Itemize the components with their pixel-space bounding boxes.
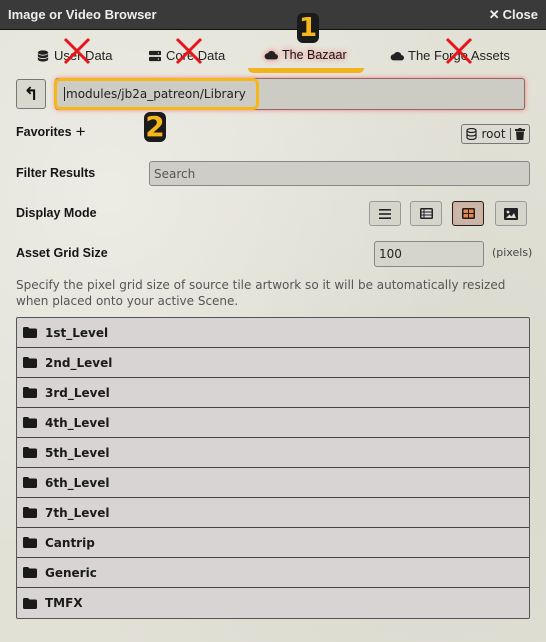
folder-item[interactable]: 2nd_Level	[17, 348, 529, 378]
asset-grid-size-label: Asset Grid Size	[16, 246, 108, 260]
folder-name: 5th_Level	[45, 445, 110, 460]
tab-label: The Bazaar	[282, 48, 347, 62]
folder-icon	[23, 537, 37, 548]
folder-name: TMFX	[45, 596, 83, 610]
favorites-row: Favorites +	[16, 123, 86, 140]
folder-name: 4th_Level	[45, 415, 110, 430]
folder-icon	[23, 477, 37, 488]
close-icon: ✕	[488, 6, 500, 22]
grid-size-input[interactable]	[374, 241, 484, 267]
folder-item[interactable]: 1st_Level	[17, 318, 529, 348]
folder-name: Generic	[45, 565, 97, 580]
trash-icon[interactable]	[514, 128, 525, 140]
folder-item[interactable]: 6th_Level	[17, 468, 529, 498]
folder-list: 1st_Level 2nd_Level 3rd_Level 4th_Level 5th_…	[16, 317, 530, 619]
annotation-marker-1: 1	[297, 13, 319, 43]
path-value: modules/jb2a_patreon/Library	[64, 87, 246, 101]
folder-icon	[23, 567, 37, 578]
folder-name: 2nd_Level	[45, 355, 113, 370]
list-icon	[379, 208, 391, 219]
favorite-source-button[interactable]: root	[461, 124, 530, 144]
folder-item[interactable]: 3rd_Level	[17, 378, 529, 408]
database-icon	[37, 49, 49, 62]
folder-name: 3rd_Level	[45, 385, 110, 400]
display-mode-table-button[interactable]	[410, 201, 442, 226]
cloud-icon	[390, 51, 404, 60]
tab-label: The Forge Assets	[408, 48, 510, 63]
folder-name: 1st_Level	[45, 325, 109, 340]
filter-results-label: Filter Results	[16, 166, 96, 180]
source-label: root	[481, 127, 506, 141]
folder-item[interactable]: 7th_Level	[17, 498, 529, 528]
folder-name: 6th_Level	[45, 475, 110, 490]
level-up-icon: ↰	[23, 83, 39, 105]
parent-directory-button[interactable]: ↰	[16, 79, 46, 109]
tab-core-data[interactable]: Core Data	[148, 48, 225, 63]
folder-item[interactable]: 5th_Level	[17, 438, 529, 468]
tab-label: User Data	[54, 48, 113, 63]
favorites-label: Favorites	[16, 125, 72, 139]
close-button[interactable]: ✕ Close	[489, 7, 538, 23]
grid-size-hint: Specify the pixel grid size of source ti…	[16, 278, 506, 308]
folder-item[interactable]: Generic	[17, 558, 529, 588]
grid-icon	[461, 208, 475, 219]
folder-icon	[23, 387, 37, 398]
cloud-icon	[264, 50, 278, 60]
folder-icon	[23, 417, 37, 428]
folder-icon	[23, 447, 37, 458]
title-bar: Image or Video Browser ✕ Close	[0, 0, 546, 30]
grid-size-unit: (pixels)	[492, 246, 533, 259]
display-mode-images-button[interactable]	[495, 201, 527, 226]
tab-label: Core Data	[166, 48, 226, 63]
divider	[509, 128, 511, 140]
folder-icon	[23, 597, 37, 609]
close-label: Close	[502, 7, 538, 22]
server-icon	[149, 50, 161, 61]
folder-name: Cantrip	[45, 535, 95, 550]
annotation-marker-2: 2	[144, 110, 166, 143]
display-mode-list-button[interactable]	[369, 201, 401, 226]
source-tabs: User Data Core Data The Bazaar The Forge…	[0, 37, 546, 76]
database-icon	[466, 128, 478, 140]
image-video-browser-window: Image or Video Browser ✕ Close User Data…	[0, 0, 546, 642]
display-mode-tiles-button[interactable]	[452, 201, 484, 226]
table-list-icon	[419, 208, 433, 219]
tab-the-bazaar[interactable]: The Bazaar	[264, 48, 347, 62]
search-input[interactable]	[149, 161, 530, 186]
tab-the-forge-assets[interactable]: The Forge Assets	[390, 48, 510, 63]
folder-item[interactable]: 4th_Level	[17, 408, 529, 438]
tab-user-data[interactable]: User Data	[36, 48, 113, 63]
folder-icon	[23, 357, 37, 368]
folder-icon	[23, 327, 37, 338]
active-tab-indicator	[248, 68, 364, 73]
image-icon	[504, 207, 518, 220]
display-mode-label: Display Mode	[16, 206, 97, 220]
folder-name: 7th_Level	[45, 505, 110, 520]
folder-icon	[23, 507, 37, 518]
plus-icon[interactable]: +	[76, 123, 86, 140]
folder-item[interactable]: Cantrip	[17, 528, 529, 558]
window-title: Image or Video Browser	[8, 7, 157, 22]
folder-item[interactable]: TMFX	[17, 588, 529, 618]
